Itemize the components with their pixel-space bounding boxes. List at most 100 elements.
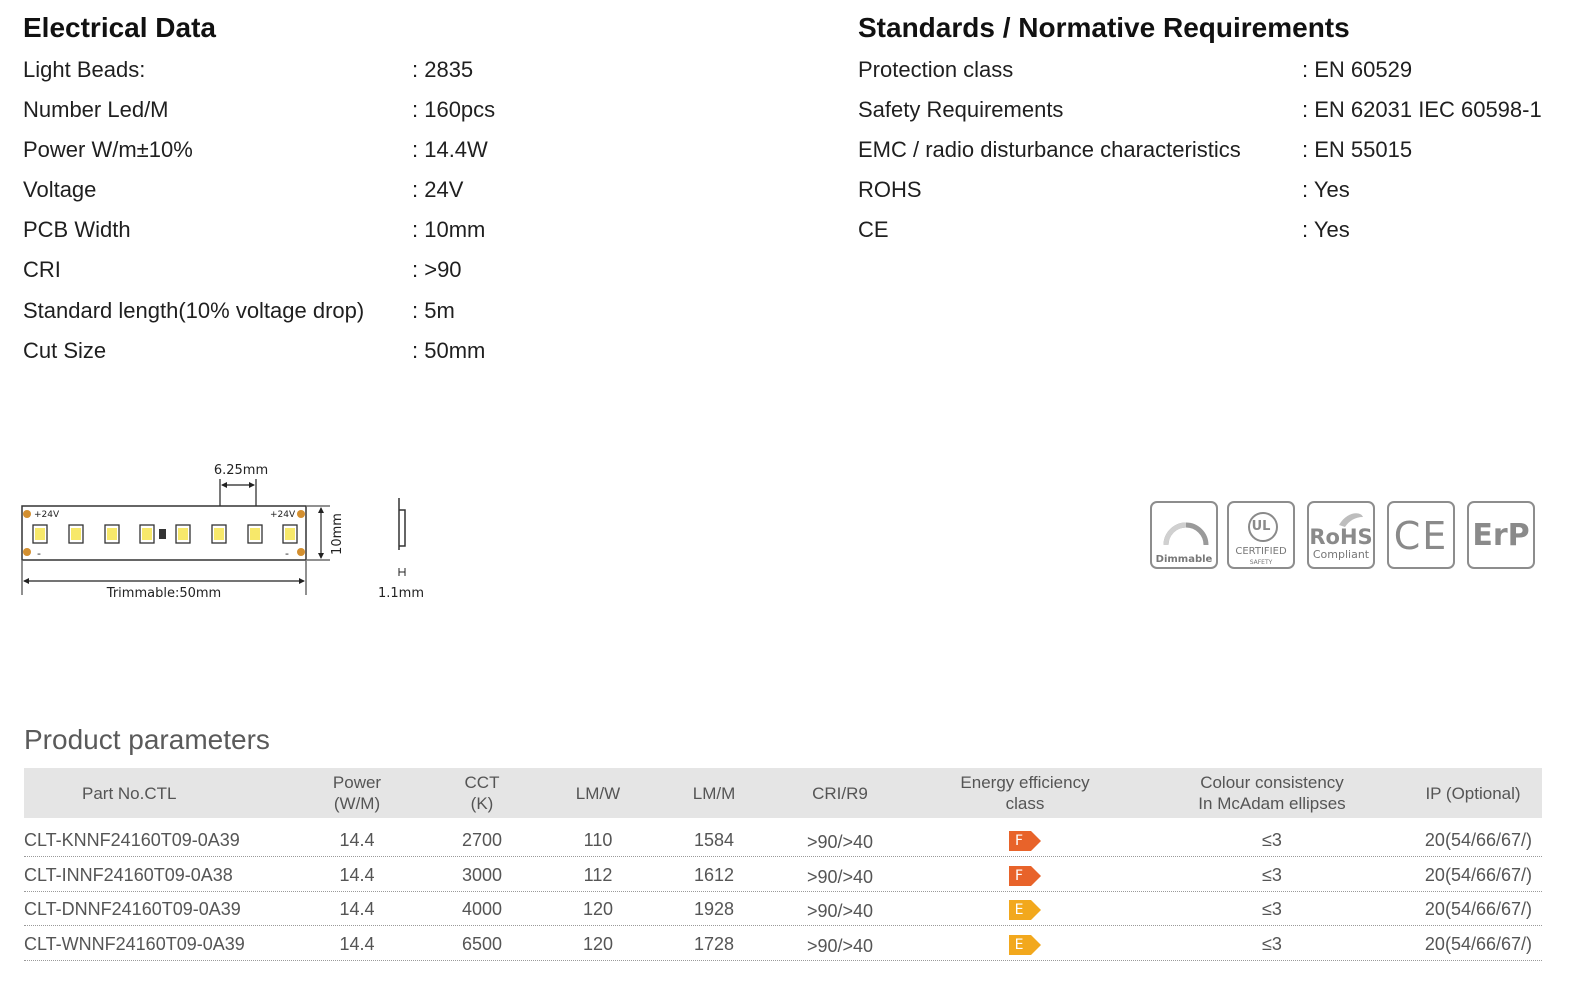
header-text: Power: [332, 773, 382, 792]
spec-label: Light Beads:: [23, 57, 146, 82]
cell-power: 14.4: [339, 865, 375, 885]
cell-colour-consistency: ≤3: [1262, 899, 1282, 919]
led-chip: [211, 524, 227, 544]
cell-lm-w: 120: [582, 934, 614, 954]
cell-ip: 20(54/66/67/): [1424, 934, 1532, 954]
spec-label: Cut Size: [23, 338, 107, 363]
cell-colour-consistency: ≤3: [1262, 830, 1282, 850]
led-chip: [282, 524, 298, 544]
cell-power: 14.4: [339, 934, 375, 954]
standard-value: : EN 60529: [1302, 57, 1413, 82]
erp-mark: ErP: [1472, 518, 1530, 553]
header-text: (W/M): [333, 794, 381, 813]
resistor: [159, 529, 166, 539]
cell-cri-r9: >90/>40: [806, 936, 874, 956]
standard-value: : Yes: [1302, 217, 1350, 242]
header-lm-w: LM/W: [558, 768, 638, 818]
cell-lm-m: 1584: [693, 830, 735, 850]
energy-class-badge: E: [1009, 900, 1041, 920]
header-cct: CCT (K): [442, 768, 522, 818]
cell-cct: 2700: [461, 830, 503, 850]
spec-label: Standard length(10% voltage drop): [23, 298, 365, 323]
cell-cct: 3000: [461, 865, 503, 885]
energy-class-badge: E: [1009, 935, 1041, 955]
standard-label: Safety Requirements: [858, 97, 1064, 122]
header-lm-m: LM/M: [674, 768, 754, 818]
table-row: CLT-WNNF24160T09-0A39 14.4 6500 120 1728…: [24, 926, 1542, 961]
header-text: CRI/R9: [812, 783, 868, 803]
rohs-compliant-label: Compliant: [1312, 548, 1370, 561]
led-chip: [32, 524, 48, 544]
header-colour-consistency: Colour consistency In McAdam ellipses: [1182, 768, 1362, 818]
spec-value: : 10mm: [412, 217, 486, 242]
cell-cri-r9: >90/>40: [806, 832, 874, 852]
plus-24v-left: +24V: [34, 510, 60, 520]
cell-cct: 4000: [461, 899, 503, 919]
energy-class-letter: F: [1014, 833, 1024, 849]
standard-value: : EN 62031 IEC 60598-1: [1302, 97, 1542, 122]
ul-mark: UL: [1251, 519, 1271, 534]
table-row: CLT-KNNF24160T09-0A39 14.4 2700 110 1584…: [24, 822, 1542, 857]
thickness-label: 1.1mm: [378, 586, 424, 601]
ul-certified-label: CERTIFIED: [1235, 546, 1287, 557]
cell-colour-consistency: ≤3: [1262, 865, 1282, 885]
led-chip: [104, 524, 120, 544]
cell-lm-m: 1612: [693, 865, 735, 885]
led-chip: [247, 524, 263, 544]
energy-class-letter: E: [1014, 937, 1024, 953]
cell-colour-consistency: ≤3: [1262, 934, 1282, 954]
cell-lm-w: 120: [582, 899, 614, 919]
dimmable-badge: Dimmable: [1150, 501, 1218, 569]
spec-label: PCB Width: [23, 217, 131, 242]
spec-label: Voltage: [23, 177, 97, 202]
cell-part-no: CLT-INNF24160T09-0A38: [24, 865, 233, 885]
rohs-label: RoHS: [1309, 525, 1373, 549]
dimmable-label: Dimmable: [1155, 554, 1213, 565]
standard-label: CE: [858, 217, 889, 242]
cell-part-no: CLT-DNNF24160T09-0A39: [24, 899, 241, 919]
header-text: IP (Optional): [1425, 783, 1521, 803]
header-text: Colour consistency: [1200, 773, 1344, 792]
electrical-data-title: Electrical Data: [23, 12, 216, 43]
solder-pad: [23, 548, 31, 556]
energy-class-badge: F: [1009, 831, 1041, 851]
spec-value: : 14.4W: [412, 137, 488, 162]
header-text: In McAdam ellipses: [1198, 794, 1346, 813]
header-text: LM/W: [575, 783, 621, 803]
width-label: 10mm: [330, 513, 345, 555]
cell-ip: 20(54/66/67/): [1424, 830, 1532, 850]
cell-lm-m: 1728: [693, 934, 735, 954]
strip-side-profile: [398, 498, 406, 550]
standard-value: : EN 55015: [1302, 137, 1413, 162]
solder-pad: [23, 510, 31, 518]
table-header: Part No.CTL Power (W/M) CCT (K) LM/W LM/…: [24, 768, 1542, 818]
cell-lm-w: 112: [583, 865, 613, 885]
cell-power: 14.4: [339, 899, 375, 919]
header-text: class: [1005, 794, 1045, 813]
led-strip-dimension-diagram: 6.25mm +24V +24V - - 10mm Trimmable:50mm…: [21, 463, 424, 601]
spec-value: : 5m: [412, 298, 455, 323]
spec-value: : >90: [412, 257, 462, 282]
standard-value: : Yes: [1302, 177, 1350, 202]
standard-label: Protection class: [858, 57, 1014, 82]
header-text: Energy efficiency: [960, 773, 1090, 792]
cell-ip: 20(54/66/67/): [1424, 865, 1532, 885]
spec-value: : 24V: [412, 177, 464, 202]
header-text: (K): [470, 794, 494, 813]
table-row: CLT-DNNF24160T09-0A39 14.4 4000 120 1928…: [24, 891, 1542, 926]
rohs-badge: RoHS Compliant: [1307, 501, 1375, 569]
ce-mark: CE: [1393, 514, 1449, 558]
erp-badge: ErP: [1467, 501, 1535, 569]
spec-value: : 50mm: [412, 338, 486, 363]
energy-class-badge: F: [1009, 866, 1041, 886]
plus-24v-right: +24V: [270, 510, 296, 520]
ul-safety-label: SAFETY: [1249, 559, 1273, 566]
cell-part-no: CLT-WNNF24160T09-0A39: [24, 934, 245, 954]
standard-label: EMC / radio disturbance characteristics: [858, 137, 1241, 162]
cell-cri-r9: >90/>40: [806, 901, 874, 921]
spec-label: Number Led/M: [23, 97, 169, 122]
table-row: CLT-INNF24160T09-0A38 14.4 3000 112 1612…: [24, 857, 1542, 892]
cell-part-no: CLT-KNNF24160T09-0A39: [24, 830, 240, 850]
header-ip: IP (Optional): [1414, 768, 1532, 818]
energy-class-letter: E: [1014, 902, 1024, 918]
